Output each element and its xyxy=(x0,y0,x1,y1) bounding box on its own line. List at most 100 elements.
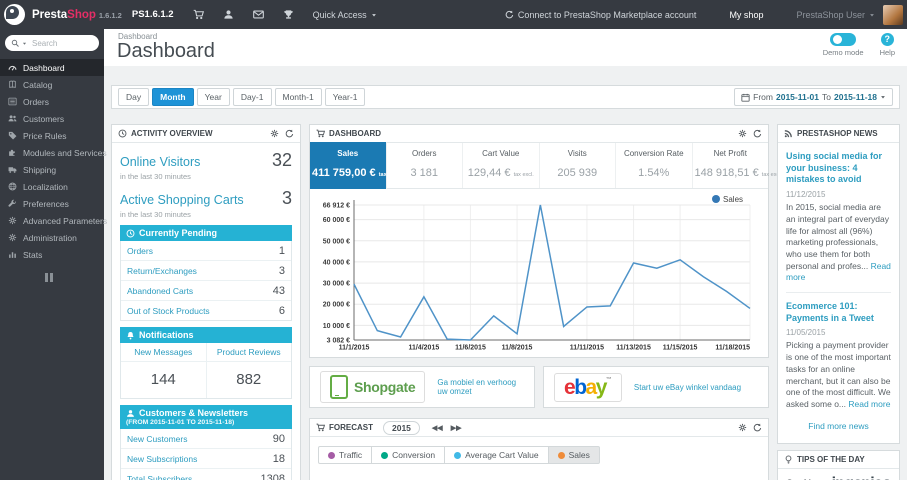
sidebar-item-catalog[interactable]: Catalog xyxy=(0,76,104,93)
new-messages-cell[interactable]: New Messages 144 xyxy=(121,343,206,398)
period-day-1-button[interactable]: Day-1 xyxy=(232,88,272,106)
online-visitors-count: 32 xyxy=(271,150,292,170)
pending-orders-row[interactable]: Orders 1 xyxy=(121,241,291,261)
svg-text:66 912 €: 66 912 € xyxy=(323,203,350,210)
online-visitors-link[interactable]: Online Visitors xyxy=(120,155,200,169)
demo-mode-toggle[interactable] xyxy=(830,33,857,46)
kpi-visits[interactable]: Visits 205 939 xyxy=(540,143,616,188)
kpi-cart-value[interactable]: Cart Value 129,44 € tax excl. xyxy=(463,143,540,188)
news-article-link[interactable]: Ecommerce 101: Payments in a Tweet xyxy=(786,301,891,324)
sidebar-item-advanced-parameters[interactable]: Advanced Parameters xyxy=(0,212,107,229)
sidebar-item-customers[interactable]: Customers xyxy=(0,110,104,127)
kpi-sales[interactable]: Sales 411 759,00 € tax excl. xyxy=(310,142,400,189)
user-icon xyxy=(126,409,135,418)
refresh-icon[interactable] xyxy=(753,129,762,138)
news-date: 11/12/2015 xyxy=(786,190,826,200)
kpi-conversion-rate[interactable]: Conversion Rate 1.54% xyxy=(616,143,693,188)
date-to: 2015-11-18 xyxy=(833,92,877,102)
gear-icon xyxy=(8,233,17,242)
quick-access-menu[interactable]: Quick Access xyxy=(313,10,377,20)
forecast-panel-title: FORECAST xyxy=(329,423,373,432)
ebay-link[interactable]: Start uw eBay winkel vandaag xyxy=(634,383,741,392)
period-year-button[interactable]: Year xyxy=(196,88,230,106)
refresh-icon[interactable] xyxy=(753,423,762,432)
sidebar-item-stats[interactable]: Stats xyxy=(0,246,104,263)
top-bar: PrestaShop 1.6.1.2 PS1.6.1.2 Quick Access… xyxy=(0,0,907,29)
period-month-button[interactable]: Month xyxy=(152,88,194,106)
mail-icon[interactable] xyxy=(253,9,264,20)
legend-conversion-button[interactable]: Conversion xyxy=(371,446,446,464)
user-menu[interactable]: PrestaShop User xyxy=(796,10,875,20)
gears-icon xyxy=(8,216,17,225)
new-customers-row[interactable]: New Customers 90 xyxy=(121,429,291,449)
settings-gear-icon[interactable] xyxy=(738,423,747,432)
user-avatar[interactable] xyxy=(883,4,903,25)
svg-text:11/8/2015: 11/8/2015 xyxy=(502,345,533,352)
sidebar-item-dashboard[interactable]: Dashboard xyxy=(0,59,104,76)
period-year-1-button[interactable]: Year-1 xyxy=(324,88,366,106)
refresh-icon[interactable] xyxy=(285,129,294,138)
forecast-next-button[interactable]: ▶▶ xyxy=(451,424,462,432)
sidebar-search[interactable] xyxy=(5,35,99,51)
sidebar-item-administration[interactable]: Administration xyxy=(0,229,104,246)
search-input[interactable] xyxy=(30,37,86,49)
customer-icon[interactable] xyxy=(223,9,234,20)
ebay-banner[interactable]: ebay™ Start uw eBay winkel vandaag xyxy=(543,366,769,408)
sync-icon xyxy=(505,10,514,19)
sidebar-collapse-button[interactable] xyxy=(45,273,104,282)
read-more-link[interactable]: Read more xyxy=(848,399,890,409)
sidebar-item-orders[interactable]: Orders xyxy=(0,93,104,110)
sidebar-item-price-rules[interactable]: Price Rules xyxy=(0,127,104,144)
legend-average-cart-value-button[interactable]: Average Cart Value xyxy=(444,446,549,464)
sidebar-item-localization[interactable]: Localization xyxy=(0,178,104,195)
svg-text:3 082 €: 3 082 € xyxy=(327,338,350,345)
sidebar-item-preferences[interactable]: Preferences xyxy=(0,195,104,212)
period-month-1-button[interactable]: Month-1 xyxy=(274,88,322,106)
phone-icon xyxy=(330,375,348,399)
users-icon xyxy=(8,114,17,123)
page-header: Dashboard Dashboard Demo mode ? Help xyxy=(104,29,907,66)
legend-sales-button[interactable]: Sales xyxy=(547,446,600,464)
legend-traffic-button[interactable]: Traffic xyxy=(318,446,373,464)
puzzle-icon xyxy=(8,148,17,157)
sidebar-item-shipping[interactable]: Shipping xyxy=(0,161,104,178)
date-range-picker[interactable]: From 2015-11-01 To 2015-11-18 xyxy=(734,88,893,106)
sales-line-chart: 3 082 € 10 000 € 20 000 € 30 000 € 40 000 € 5… xyxy=(323,195,751,352)
news-article-link[interactable]: Using social media for your business: 4 … xyxy=(786,151,891,186)
settings-gear-icon[interactable] xyxy=(270,129,279,138)
shopgate-banner[interactable]: Shopgate Ga mobiel en verhoog uw omzet xyxy=(309,366,535,408)
period-day-button[interactable]: Day xyxy=(118,88,150,106)
forecast-prev-button[interactable]: ◀◀ xyxy=(432,424,443,432)
sidebar-item-modules[interactable]: Modules and Services xyxy=(0,144,107,161)
notifications-header: Notifications xyxy=(120,327,292,343)
svg-text:11/4/2015: 11/4/2015 xyxy=(408,345,439,352)
cart-icon[interactable] xyxy=(193,9,204,20)
svg-text:11/11/2015: 11/11/2015 xyxy=(570,345,604,352)
find-more-news-link[interactable]: Find more news xyxy=(786,411,891,437)
total-subscribers-row[interactable]: Total Subscribers 1308 xyxy=(121,469,291,480)
svg-text:11/6/2015: 11/6/2015 xyxy=(455,345,486,352)
clock-icon xyxy=(126,229,135,238)
prestashop-logo[interactable] xyxy=(4,4,25,25)
caret-down-icon xyxy=(371,12,377,18)
marketplace-link[interactable]: Connect to PrestaShop Marketplace accoun… xyxy=(505,10,696,20)
active-carts-link[interactable]: Active Shopping Carts xyxy=(120,193,244,207)
svg-text:11/15/2015: 11/15/2015 xyxy=(663,345,698,352)
pending-returns-row[interactable]: Return/Exchanges 3 xyxy=(121,261,291,281)
shopgate-link[interactable]: Ga mobiel en verhoog uw omzet xyxy=(437,378,524,396)
bell-icon xyxy=(126,331,135,340)
my-shop-link[interactable]: My shop xyxy=(729,10,763,20)
help-icon[interactable]: ? xyxy=(880,33,894,46)
new-subscriptions-row[interactable]: New Subscriptions 18 xyxy=(121,449,291,469)
kpi-orders[interactable]: Orders 3 181 xyxy=(387,143,463,188)
book-icon xyxy=(8,80,17,89)
trophy-icon[interactable] xyxy=(283,9,294,20)
product-reviews-cell[interactable]: Product Reviews 882 xyxy=(205,343,291,398)
caret-down-icon[interactable] xyxy=(22,41,27,46)
out-of-stock-row[interactable]: Out of Stock Products 6 xyxy=(121,301,291,320)
kpi-net-profit[interactable]: Net Profit 148 918,51 € tax excl. xyxy=(693,143,782,188)
abandoned-carts-row[interactable]: Abandoned Carts 43 xyxy=(121,281,291,301)
brand-name[interactable]: PrestaShop 1.6.1.2 xyxy=(32,9,122,21)
gauge-icon xyxy=(8,63,17,72)
settings-gear-icon[interactable] xyxy=(738,129,747,138)
